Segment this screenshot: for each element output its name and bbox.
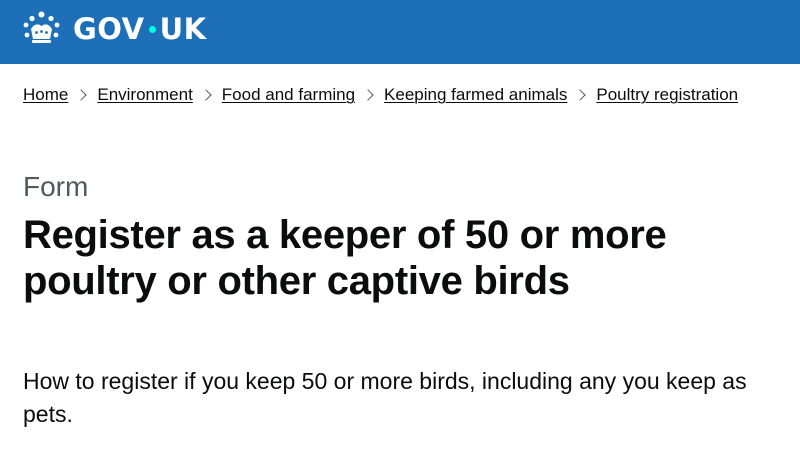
breadcrumb: Home Environment Food and farming Keeping f… — [23, 83, 800, 107]
logo-dot — [148, 25, 156, 33]
govuk-logo-link[interactable]: GOV UK — [22, 9, 207, 49]
site-header: GOV UK — [0, 0, 800, 64]
breadcrumb-home[interactable]: Home — [23, 85, 68, 104]
crown-icon — [23, 11, 60, 43]
page-lead-paragraph: How to register if you keep 50 or more b… — [23, 368, 747, 427]
chevron-right-icon — [574, 88, 587, 101]
chevron-right-icon — [362, 88, 374, 101]
logo-text-uk: UK — [159, 12, 207, 46]
chevron-right-icon — [75, 88, 88, 101]
breadcrumb-poultry-registration[interactable]: Poultry registration — [596, 85, 738, 104]
chevron-right-icon — [200, 88, 212, 101]
logo-text-gov: GOV — [73, 12, 145, 46]
govuk-logo-text: GOV UK — [73, 12, 207, 46]
page-caption: Form — [23, 171, 89, 202]
breadcrumb-environment[interactable]: Environment — [97, 85, 192, 104]
breadcrumb-food-and-farming[interactable]: Food and farming — [222, 85, 355, 104]
page-title: Register as a keeper of 50 or more poult… — [23, 213, 667, 303]
breadcrumb-keeping-farmed-animals[interactable]: Keeping farmed animals — [384, 85, 567, 104]
